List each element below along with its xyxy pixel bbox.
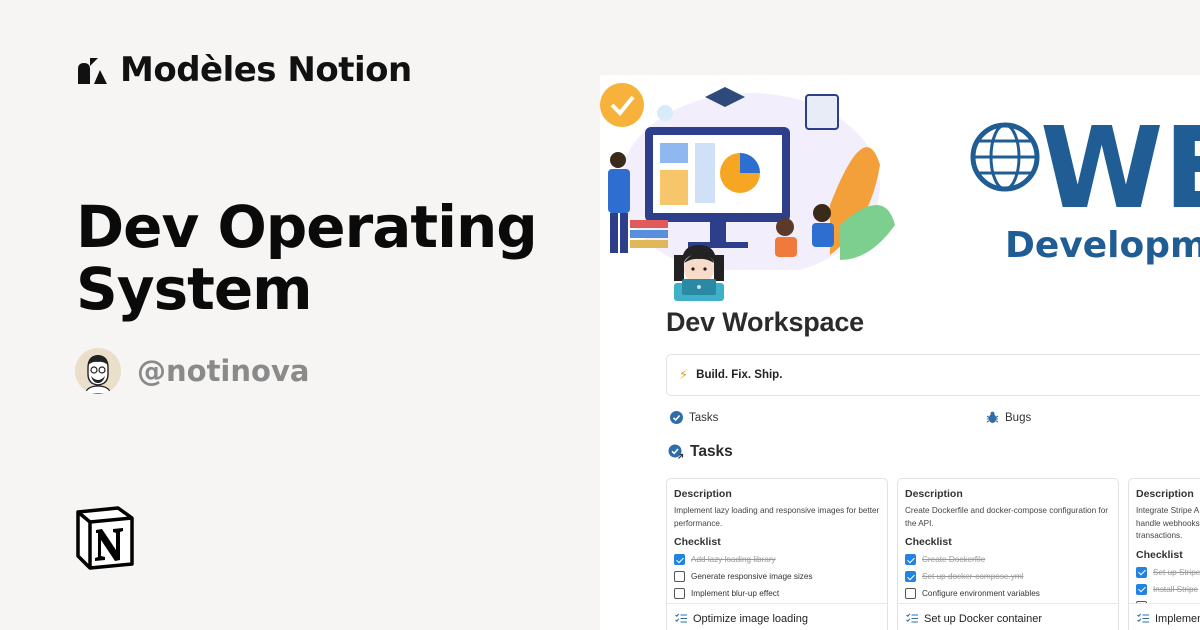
developer-emoji-icon [674, 245, 724, 301]
author-handle[interactable]: @notinova [137, 354, 309, 388]
check-circle-icon [670, 411, 683, 424]
tasks-heading-title: Tasks [690, 443, 733, 460]
card-title[interactable]: Set up Docker container [898, 603, 1118, 630]
checklist-item: Generate responsive image sizes [674, 568, 880, 585]
card-title-text: Set up Docker container [924, 612, 1043, 625]
checkbox[interactable] [674, 571, 685, 582]
checkbox[interactable] [674, 588, 685, 599]
checklist-item-text: Add lazy loading library [691, 555, 776, 564]
checklist-item-text: Set up docker-compose.yml [922, 572, 1024, 581]
checkbox[interactable] [674, 554, 685, 565]
author: @notinova [75, 348, 309, 394]
card-checklist-label: Checklist [1136, 548, 1183, 561]
hero-title: Dev Operating System [76, 193, 538, 323]
checkbox[interactable] [905, 588, 916, 599]
avatar-illustration [75, 348, 121, 394]
cover-development-text: Developme [1005, 225, 1200, 266]
card-title[interactable]: Optimize image loading [667, 603, 887, 630]
callout-text: Build. Fix. Ship. [696, 369, 783, 381]
link-bugs[interactable]: Bugs [986, 411, 1031, 424]
card-description: Create Dockerfile and docker-compose con… [905, 506, 1108, 528]
task-card[interactable]: Description Create Dockerfile and docker… [897, 478, 1119, 630]
bug-icon [986, 411, 999, 423]
card-title[interactable]: Implemen [1129, 603, 1200, 630]
checkbox[interactable] [905, 571, 916, 582]
card-description: Integrate Stripe A handle webhooks trans… [1136, 506, 1200, 540]
link-row: Tasks Bugs [670, 411, 1200, 427]
card-checklist-label: Checklist [905, 536, 952, 548]
task-card[interactable]: Description Implement lazy loading and r… [666, 478, 888, 630]
tasks-heading: Tasks [668, 443, 733, 461]
checklist-item-text: Configure environment variables [922, 589, 1040, 598]
checklist-item: Implement blur-up effect [674, 585, 880, 602]
card-description: Implement lazy loading and responsive im… [674, 506, 880, 528]
avatar [75, 348, 121, 394]
checklist-icon [1137, 613, 1149, 623]
checklist-item-text: Install Stripe [1153, 584, 1199, 594]
checklist-item-text: Implement blur-up effect [691, 589, 780, 598]
notion-page: WE Developme Dev Workspace ⚡ Build. Fix.… [600, 75, 1200, 630]
checklist-icon [675, 613, 687, 623]
link-tasks-label: Tasks [689, 411, 719, 424]
page-title: Dev Workspace [666, 307, 865, 337]
checkbox[interactable] [1136, 566, 1147, 578]
check-circle-icon [668, 444, 684, 459]
checklist-item-text: Generate responsive image sizes [691, 572, 813, 581]
checkbox[interactable] [905, 554, 916, 565]
brand-name: Modèles Notion [120, 50, 412, 90]
checklist-item: Install Stripe [1136, 581, 1200, 598]
checklist-item: Configure environment variables [905, 585, 1111, 602]
card-title-text: Optimize image loading [693, 612, 808, 625]
card-checklist-label: Checklist [674, 536, 721, 548]
card-description-label: Description [905, 488, 963, 500]
callout: ⚡ Build. Fix. Ship. [666, 354, 1200, 396]
checkbox[interactable] [1136, 583, 1147, 595]
checklist-item: Create Dockerfile [905, 551, 1111, 568]
brand: Modèles Notion [76, 50, 412, 90]
link-bugs-label: Bugs [1005, 411, 1032, 424]
notion-logo-icon [76, 506, 134, 570]
task-card[interactable]: Description Integrate Stripe A handle we… [1128, 478, 1200, 630]
checklist-item-text: Set up Stripe [1153, 567, 1200, 577]
checklist-icon [906, 613, 918, 623]
lightning-icon: ⚡ [679, 367, 689, 382]
checklist-item: Set up docker-compose.yml [905, 568, 1111, 585]
card-description-label: Description [674, 488, 732, 500]
card-description-label: Description [1136, 488, 1194, 500]
card-title-text: Implemen [1155, 612, 1200, 625]
checklist-item: Add lazy loading library [674, 551, 880, 568]
link-tasks[interactable]: Tasks [670, 411, 718, 424]
shapes-logo-icon [78, 58, 107, 84]
cover-web-text: WE [1040, 104, 1200, 234]
checklist-item: Set up Stripe [1136, 564, 1200, 581]
checklist-item-text: Create Dockerfile [922, 555, 986, 564]
